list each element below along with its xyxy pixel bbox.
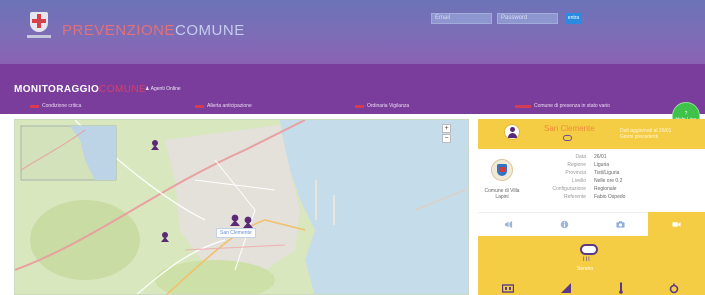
legend-label: Condizione critica <box>42 103 82 109</box>
city-crest-icon <box>491 159 513 181</box>
legend-label: Ordinaria Vigilanza <box>367 103 410 109</box>
legend-swatch <box>30 104 39 108</box>
info-value: Regionale <box>594 186 617 192</box>
legend-label: Allerta anticipazione <box>207 103 252 109</box>
brand-part2: COMUNE <box>175 22 245 39</box>
legend-label: Comune di presenza in stato vario <box>534 103 610 109</box>
pier <box>333 195 335 225</box>
legend-swatch <box>355 104 364 108</box>
title-accent: COMUNE <box>99 84 147 95</box>
brand-part1: PREVENZIONE <box>62 22 176 39</box>
info-key: Provincia <box>565 170 586 176</box>
info-row: Provincia Tisti/Liguria <box>536 170 676 177</box>
email-field[interactable]: Email <box>431 13 492 24</box>
legend-alert[interactable]: Allerta anticipazione <box>195 103 252 109</box>
crest-caption: Comune di Villa Lapini <box>484 188 520 200</box>
info-row: Configurazione Regionale <box>536 186 676 193</box>
info-value: Fabio Ospedo <box>594 194 626 200</box>
tab-alerts[interactable] <box>480 212 536 236</box>
map-view[interactable] <box>14 119 469 295</box>
tab-info[interactable] <box>536 212 592 236</box>
map-canvas <box>15 120 468 294</box>
zoom-in-button[interactable]: + <box>442 124 451 133</box>
info-row: Regione Liguria <box>536 162 676 169</box>
camera-icon <box>616 221 625 228</box>
park-area <box>30 200 140 280</box>
weather-cloud-icon <box>580 244 598 255</box>
agent-avatar-icon <box>504 124 520 140</box>
info-key: Regione <box>567 162 586 168</box>
page-title: MONITORAGGIOCOMUNE <box>14 84 146 95</box>
rain-icon: ǀǀǀ <box>583 257 591 263</box>
battery-icon <box>502 284 514 293</box>
info-value: Tisti/Liguria <box>594 170 620 176</box>
info-row: Livello Nelle ore 0.2 <box>536 178 676 185</box>
info-key: Livello <box>571 178 586 184</box>
app-root: PREVENZIONECOMUNE Email Password entra M… <box>0 0 705 295</box>
info-row: Referente Fabio Ospedo <box>536 194 676 201</box>
map-marker <box>151 140 159 150</box>
panel-note: Dati aggiornati al 26/01 Giorni preceden… <box>620 128 672 140</box>
weather-label: Sereno <box>577 266 594 272</box>
legend-presence[interactable]: Comune di presenza in stato vario <box>515 103 610 109</box>
pier <box>315 180 317 220</box>
info-icon <box>560 220 569 229</box>
thermometer-icon <box>619 282 623 294</box>
cloud-icon <box>563 135 572 141</box>
map-tooltip: San Clemente <box>216 228 256 238</box>
tab-video[interactable] <box>648 212 705 236</box>
map-marker <box>161 232 169 242</box>
password-field[interactable]: Password <box>497 13 558 24</box>
gear-icon <box>669 283 679 294</box>
tab-camera[interactable] <box>592 212 648 236</box>
info-value: Liguria <box>594 162 610 168</box>
login-button[interactable]: entra <box>565 13 582 24</box>
agenti-online-link[interactable]: ♟ Agenti Online <box>145 86 181 92</box>
urban-area <box>165 125 300 270</box>
signal-icon <box>561 283 571 293</box>
info-value: Nelle ore 0.2 <box>594 178 623 184</box>
legend-critical[interactable]: Condizione critica <box>30 103 81 109</box>
info-value: 26/01 <box>594 154 607 160</box>
agenti-label: Agenti Online <box>150 86 181 92</box>
legend-ordinary[interactable]: Ordinaria Vigilanza <box>355 103 409 109</box>
legend-swatch <box>515 104 531 108</box>
info-key: Data <box>575 154 586 160</box>
info-key: Referente <box>564 194 586 200</box>
title-main: MONITORAGGIO <box>14 84 100 95</box>
video-icon <box>672 222 681 227</box>
brand-title[interactable]: PREVENZIONECOMUNE <box>62 22 245 39</box>
logo-icon[interactable] <box>24 10 54 46</box>
sea-area <box>280 120 468 294</box>
megaphone-icon <box>504 220 513 229</box>
info-key: Configurazione <box>552 186 586 192</box>
zoom-out-button[interactable]: − <box>442 134 451 143</box>
info-row: Data 26/01 <box>536 154 676 161</box>
legend-swatch <box>195 104 204 108</box>
panel-city-name: San Clemente <box>544 124 595 133</box>
